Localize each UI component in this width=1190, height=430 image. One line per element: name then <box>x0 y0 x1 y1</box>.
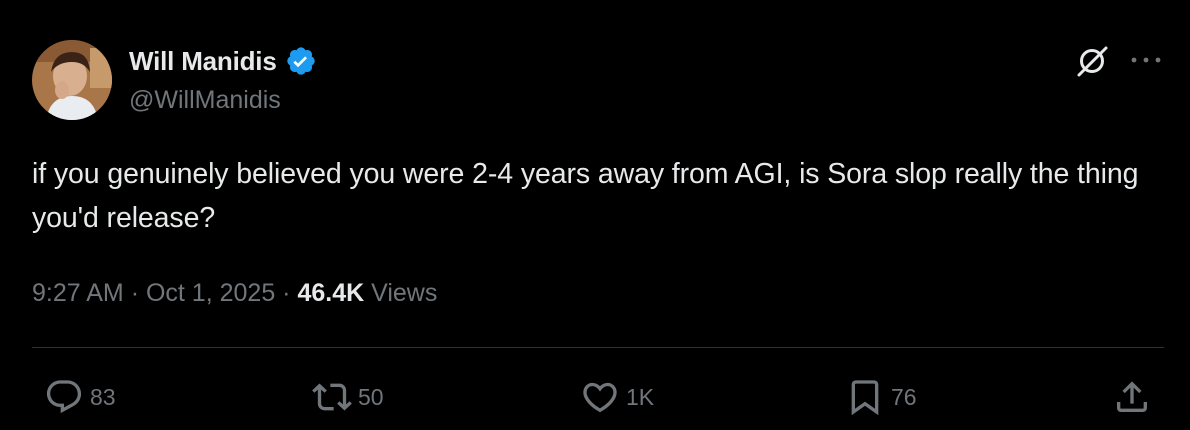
repost-icon <box>312 377 352 417</box>
like-count: 1K <box>626 383 655 410</box>
reply-button[interactable]: 83 <box>44 376 116 418</box>
bookmark-count: 76 <box>891 383 917 410</box>
views-count[interactable]: 46.4K <box>297 279 364 307</box>
views-label[interactable]: Views <box>371 279 437 307</box>
reply-count: 83 <box>90 383 116 410</box>
display-name-row: Will Manidis <box>129 44 317 78</box>
heart-icon <box>580 377 620 417</box>
repost-button[interactable]: 50 <box>312 376 384 418</box>
meta-separator: · <box>282 279 291 307</box>
meta-separator: · <box>130 279 140 307</box>
avatar[interactable] <box>32 40 112 120</box>
bookmark-icon <box>845 377 885 417</box>
like-button[interactable]: 1K <box>580 376 654 418</box>
verified-badge-icon[interactable] <box>285 45 317 77</box>
repost-count: 50 <box>358 383 384 410</box>
grok-icon[interactable] <box>1075 44 1109 78</box>
share-button[interactable] <box>1112 376 1152 418</box>
tweet-meta: 9:27 AM · Oct 1, 2025 · 46.4K Views <box>32 279 437 308</box>
bookmark-button[interactable]: 76 <box>845 376 917 418</box>
tweet-date[interactable]: Oct 1, 2025 <box>146 279 275 307</box>
reply-icon <box>44 377 84 417</box>
more-icon[interactable] <box>1128 50 1164 70</box>
tweet-text: if you genuinely believed you were 2-4 y… <box>32 158 1139 234</box>
tweet-card: Will Manidis @WillManidis if you genuine… <box>0 0 1190 430</box>
share-icon <box>1112 377 1152 417</box>
display-name[interactable]: Will Manidis <box>129 46 277 77</box>
divider <box>32 347 1164 348</box>
author-handle[interactable]: @WillManidis <box>129 86 281 115</box>
tweet-time[interactable]: 9:27 AM <box>32 279 124 307</box>
